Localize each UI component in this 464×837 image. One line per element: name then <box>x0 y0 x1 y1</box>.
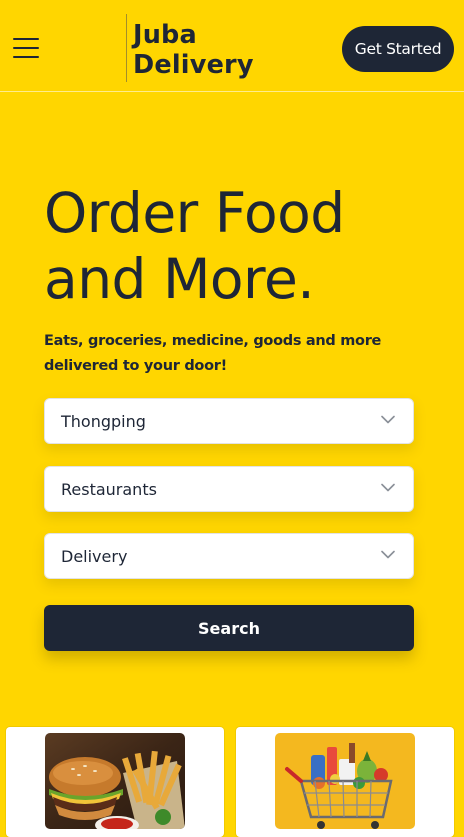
brand-line-2: Delivery <box>133 50 254 80</box>
location-select[interactable]: Thongping <box>44 398 414 444</box>
chevron-down-icon <box>381 550 395 559</box>
category-select[interactable]: Restaurants <box>44 466 414 512</box>
food-category-card[interactable] <box>6 727 224 837</box>
category-select-value: Restaurants <box>61 479 157 499</box>
hero-title: Order Food and More. <box>44 180 345 312</box>
brand-line-1: Juba <box>133 20 197 50</box>
chevron-down-icon <box>381 415 395 424</box>
top-navbar: Juba Delivery Get Started <box>0 0 464 92</box>
location-select-value: Thongping <box>61 411 146 431</box>
hero-title-line-2: and More. <box>44 247 315 311</box>
brand-logo[interactable]: Juba Delivery <box>133 20 254 80</box>
delivery-mode-select-value: Delivery <box>61 546 128 566</box>
get-started-button[interactable]: Get Started <box>342 26 454 72</box>
delivery-mode-select[interactable]: Delivery <box>44 533 414 579</box>
grocery-cart-image <box>275 733 415 829</box>
brand-divider <box>126 14 127 82</box>
hamburger-menu-icon[interactable] <box>13 37 39 59</box>
hero-title-line-1: Order Food <box>44 181 345 245</box>
hero-subtitle: Eats, groceries, medicine, goods and mor… <box>44 333 382 374</box>
grocery-category-card[interactable] <box>236 727 454 837</box>
search-button[interactable]: Search <box>44 605 414 651</box>
chevron-down-icon <box>381 483 395 492</box>
burger-fries-food-image <box>45 733 185 829</box>
